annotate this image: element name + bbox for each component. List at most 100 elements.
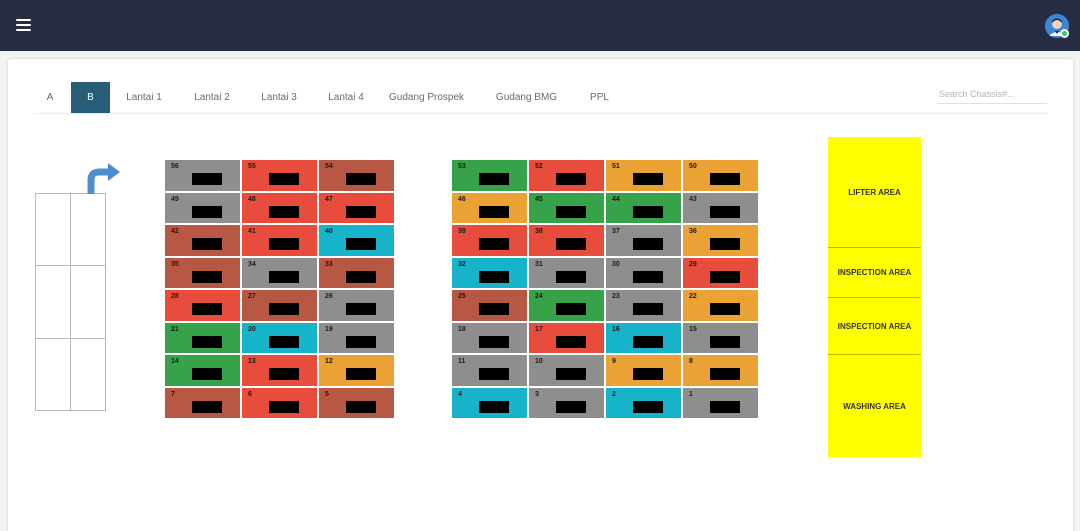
slot-number: 44 (612, 195, 620, 203)
slot-number: 30 (612, 260, 620, 268)
slot-number: 6 (248, 390, 252, 398)
redacted-chassis-label (192, 238, 222, 250)
parking-slot[interactable]: 11 (451, 354, 528, 387)
parking-slot[interactable]: 16 (605, 321, 682, 354)
parking-slot[interactable]: 25 (451, 289, 528, 322)
search-chassis-input[interactable] (937, 85, 1047, 104)
slot-number: 21 (171, 325, 179, 333)
parking-slot[interactable]: 36 (682, 224, 759, 257)
parking-slot[interactable]: 23 (605, 289, 682, 322)
redacted-chassis-label (556, 238, 586, 250)
slot-number: 15 (689, 325, 697, 333)
parking-slot[interactable]: 3 (528, 386, 605, 419)
parking-slot[interactable]: 15 (682, 321, 759, 354)
parking-slot[interactable]: 24 (528, 289, 605, 322)
slot-number: 32 (458, 260, 466, 268)
parking-slot[interactable]: 8 (682, 354, 759, 387)
redacted-chassis-label (269, 400, 299, 413)
parking-slot[interactable]: 20 (241, 321, 318, 354)
tab-lantai-3[interactable]: Lantai 3 (254, 82, 304, 113)
parking-slot[interactable]: 56 (164, 159, 241, 192)
parking-slot[interactable]: 45 (528, 191, 605, 224)
slot-number: 4 (458, 390, 462, 398)
parking-slot[interactable]: 1 (682, 386, 759, 419)
parking-slot[interactable]: 33 (318, 256, 395, 289)
parking-slot[interactable]: 13 (241, 354, 318, 387)
parking-slot[interactable]: 50 (682, 159, 759, 192)
parking-slot[interactable]: 40 (318, 224, 395, 257)
parking-slot[interactable]: 47 (318, 191, 395, 224)
parking-slot[interactable]: 29 (682, 256, 759, 289)
redacted-chassis-label (192, 303, 222, 315)
redacted-chassis-label (556, 205, 586, 218)
slot-number: 5 (325, 390, 329, 398)
parking-slot[interactable]: 54 (318, 159, 395, 192)
parking-slot[interactable]: 55 (241, 159, 318, 192)
parking-slot[interactable]: 22 (682, 289, 759, 322)
redacted-chassis-label (710, 335, 740, 348)
redacted-chassis-label (556, 335, 586, 348)
tab-gudang-bmg[interactable]: Gudang BMG (493, 82, 560, 113)
slot-number: 38 (535, 228, 543, 235)
redacted-chassis-label (346, 270, 376, 283)
tab-gudang-prospek[interactable]: Gudang Prospek (389, 82, 464, 113)
parking-slot[interactable]: 21 (164, 321, 241, 354)
parking-slot[interactable]: 38 (528, 224, 605, 257)
slot-number: 41 (248, 228, 256, 235)
parking-slot[interactable]: 49 (164, 191, 241, 224)
parking-slot[interactable]: 4 (451, 386, 528, 419)
tab-lantai-4[interactable]: Lantai 4 (321, 82, 371, 113)
parking-slot[interactable]: 18 (451, 321, 528, 354)
redacted-chassis-label (269, 335, 299, 348)
parking-slot[interactable]: 48 (241, 191, 318, 224)
slot-number: 11 (458, 358, 466, 365)
hamburger-menu-icon[interactable] (16, 18, 32, 32)
redacted-chassis-label (633, 270, 663, 283)
parking-slot[interactable]: 52 (528, 159, 605, 192)
redacted-chassis-label (633, 335, 663, 348)
tab-b[interactable]: B (71, 82, 110, 113)
parking-slot[interactable]: 28 (164, 289, 241, 322)
parking-slot[interactable]: 12 (318, 354, 395, 387)
parking-slot[interactable]: 19 (318, 321, 395, 354)
parking-slot[interactable]: 2 (605, 386, 682, 419)
parking-slot[interactable]: 37 (605, 224, 682, 257)
parking-slot[interactable]: 31 (528, 256, 605, 289)
redacted-chassis-label (346, 335, 376, 348)
parking-slot[interactable]: 53 (451, 159, 528, 192)
slot-number: 28 (171, 293, 179, 300)
parking-slot[interactable]: 14 (164, 354, 241, 387)
parking-slot[interactable]: 34 (241, 256, 318, 289)
parking-slot[interactable]: 32 (451, 256, 528, 289)
parking-slot[interactable]: 43 (682, 191, 759, 224)
parking-slot[interactable]: 5 (318, 386, 395, 419)
parking-slot[interactable]: 9 (605, 354, 682, 387)
parking-slot[interactable]: 6 (241, 386, 318, 419)
parking-slot[interactable]: 7 (164, 386, 241, 419)
tab-a[interactable]: A (33, 82, 67, 113)
parking-slot[interactable]: 26 (318, 289, 395, 322)
parking-slot[interactable]: 39 (451, 224, 528, 257)
redacted-chassis-label (710, 368, 740, 380)
turn-arrow-icon (87, 163, 120, 194)
parking-slot[interactable]: 30 (605, 256, 682, 289)
parking-slot[interactable]: 46 (451, 191, 528, 224)
redacted-chassis-label (710, 270, 740, 283)
tab-lantai-2[interactable]: Lantai 2 (187, 82, 237, 113)
parking-slot[interactable]: 44 (605, 191, 682, 224)
parking-slot[interactable]: 27 (241, 289, 318, 322)
parking-slot[interactable]: 10 (528, 354, 605, 387)
parking-slot[interactable]: 35 (164, 256, 241, 289)
redacted-chassis-label (633, 238, 663, 250)
slot-number: 16 (612, 325, 620, 333)
parking-slot[interactable]: 41 (241, 224, 318, 257)
slot-number: 52 (535, 163, 543, 170)
washing-area: WASHING AREA (828, 355, 921, 457)
redacted-chassis-label (269, 368, 299, 380)
service-areas: LIFTER AREA INSPECTION AREA INSPECTION ARE… (828, 137, 921, 457)
parking-slot[interactable]: 51 (605, 159, 682, 192)
tab-ppl[interactable]: PPL (584, 82, 615, 113)
tab-lantai-1[interactable]: Lantai 1 (120, 82, 168, 113)
parking-slot[interactable]: 17 (528, 321, 605, 354)
parking-slot[interactable]: 42 (164, 224, 241, 257)
